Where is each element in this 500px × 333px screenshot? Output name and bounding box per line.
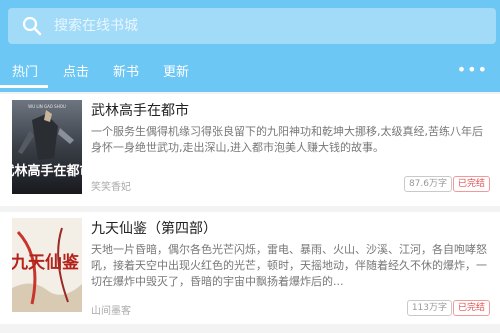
book-card[interactable]: 九天仙鉴 九天仙鉴（第四部） 天地一片昏暗，偶尔各色光芒闪烁，雷电、暴雨、火山、… [0, 212, 500, 324]
cover-top-text: WU LIN GAO SHOU [28, 104, 66, 109]
search-bar[interactable] [8, 8, 496, 44]
word-count-badge: 113万字 [406, 300, 452, 316]
header-bar: 热门 点击 新书 更新 ••• [0, 0, 500, 92]
book-title: 九天仙鉴（第四部） [91, 221, 217, 237]
book-cover: 九天仙鉴 [12, 218, 82, 312]
more-menu-icon[interactable]: ••• [457, 60, 488, 79]
book-author: 山间墨客 [91, 306, 131, 317]
book-cover: WU LIN GAO SHOU 武林高手在都市 [12, 100, 82, 194]
search-input[interactable] [54, 18, 474, 34]
book-card[interactable]: WU LIN GAO SHOU 武林高手在都市 武林高手在都市 一个服务生偶得机… [0, 94, 500, 206]
word-count-badge: 87.6万字 [403, 176, 452, 192]
cover-title-text: 武林高手在都市 [12, 163, 82, 179]
status-badge: 已完结 [452, 300, 490, 316]
book-description: 天地一片昏暗，偶尔各色光芒闪烁，雷电、暴雨、火山、沙溪、江河，各自咆哮怒吼，接着… [91, 243, 487, 288]
active-tab-indicator [0, 85, 48, 88]
tab-updates[interactable]: 更新 [163, 61, 189, 80]
book-description: 一个服务生偶得机缘习得张良留下的九阳神功和乾坤大挪移,太级真经,苦练八年后身怀一… [91, 125, 483, 154]
book-list: WU LIN GAO SHOU 武林高手在都市 武林高手在都市 一个服务生偶得机… [0, 92, 500, 324]
tab-new-books[interactable]: 新书 [113, 61, 139, 80]
status-badge: 已完结 [452, 176, 490, 192]
tab-bar: 热门 点击 新书 更新 ••• [0, 56, 500, 88]
book-author: 笑笑香妃 [91, 182, 131, 193]
search-icon [22, 16, 42, 36]
tab-clicks[interactable]: 点击 [63, 61, 89, 80]
tab-hot[interactable]: 热门 [12, 61, 38, 80]
cover-title-text: 九天仙鉴 [12, 252, 80, 273]
book-title: 武林高手在都市 [91, 103, 189, 119]
